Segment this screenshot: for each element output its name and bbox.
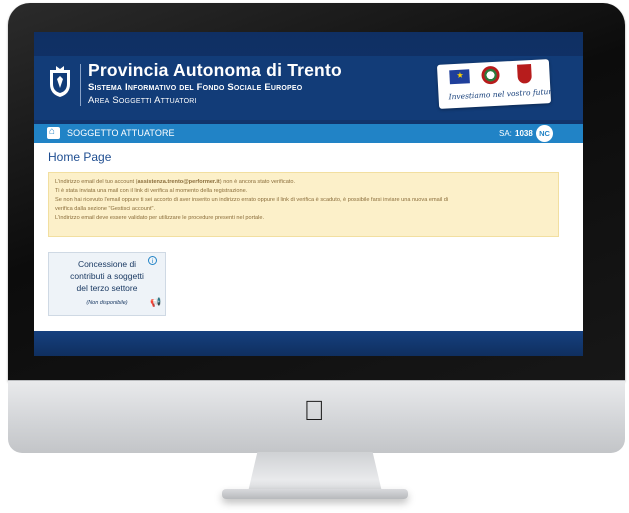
tile-title-line-1: Concessione di — [77, 259, 137, 269]
monitor-stand-base — [222, 489, 408, 499]
eu-flag-icon: ★ — [449, 69, 470, 85]
page-content: Home Page L'indirizzo email del tuo acco… — [34, 143, 583, 331]
site-title: Provincia Autonoma di Trento — [88, 60, 342, 80]
site-header: Provincia Autonoma di Trento Sistema Inf… — [34, 56, 583, 120]
page-title: Home Page — [48, 150, 112, 164]
sa-label: SA: — [499, 129, 512, 138]
site-subtitle: Sistema Informativo del Fondo Sociale Eu… — [88, 82, 303, 93]
apple-logo-icon:  — [301, 396, 327, 426]
alert-email: assistenza.trento@performer.it — [137, 179, 220, 185]
home-icon[interactable]: ⌂ — [47, 126, 60, 139]
site-area: Area Soggetti Attuatori — [88, 95, 197, 106]
province-shield-icon — [517, 64, 533, 84]
navbar: ⌂ SOGGETTO ATTUATORE SA: 1038 NC — [34, 124, 583, 143]
funding-logos-badge: ★ Investiamo nel vostro futuro — [436, 59, 557, 109]
alert-line-5: L'indirizzo email deve essere validato p… — [55, 215, 265, 221]
crest-icon — [50, 66, 70, 97]
service-tile-terzo-settore[interactable]: i Concessione di contributi a soggetti d… — [48, 252, 166, 316]
alert-line-4: verifica dalla sezione "Gestisci account… — [55, 206, 156, 212]
alert-line-2: Ti è stata inviata una mail con il link … — [55, 188, 248, 194]
tile-status: (Non disponibile) — [86, 300, 128, 306]
header-separator — [80, 64, 81, 106]
monitor-stand — [248, 452, 382, 492]
verification-alert: L'indirizzo email del tuo account (assis… — [48, 172, 559, 237]
screen-footer-band — [34, 331, 583, 356]
sa-value: 1038 — [515, 129, 533, 138]
screen: Provincia Autonoma di Trento Sistema Inf… — [34, 32, 583, 356]
tile-title-line-3: del terzo settore — [76, 283, 138, 293]
user-avatar[interactable]: NC — [536, 125, 553, 142]
alert-line-1: L'indirizzo email del tuo account (assis… — [55, 179, 296, 185]
nav-soggetto-attuatore[interactable]: SOGGETTO ATTUATORE — [67, 128, 175, 138]
alert-line-3: Se non hai ricevuto l'email oppure ti se… — [55, 197, 449, 203]
badge-slogan: Investiamo nel vostro futuro — [448, 86, 557, 102]
megaphone-icon[interactable]: 📢 — [150, 297, 161, 308]
tile-title-line-2: contributi a soggetti — [70, 271, 144, 281]
italy-emblem-icon — [481, 65, 500, 85]
